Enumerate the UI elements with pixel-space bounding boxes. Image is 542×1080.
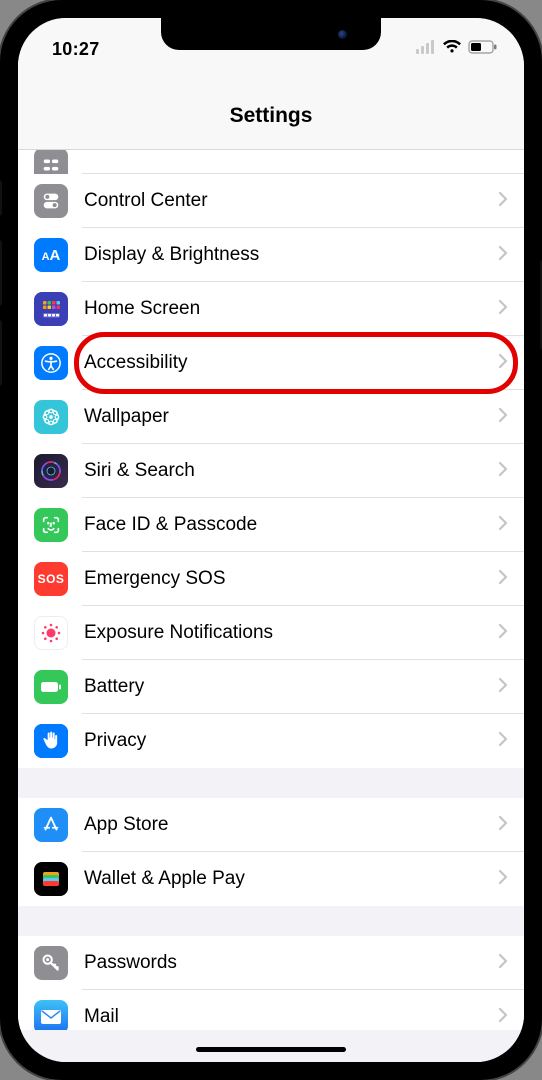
settings-row-wallpaper[interactable]: Wallpaper (18, 390, 524, 444)
row-label: Accessibility (84, 352, 498, 374)
settings-row-battery[interactable]: Battery (18, 660, 524, 714)
appstore-icon (34, 808, 68, 842)
chevron-right-icon (498, 191, 508, 212)
faceid-icon (34, 508, 68, 542)
settings-row-display[interactable]: AA Display & Brightness (18, 228, 524, 282)
row-label: Emergency SOS (84, 568, 498, 590)
settings-row-sos[interactable]: SOS Emergency SOS (18, 552, 524, 606)
cellular-icon (416, 40, 436, 59)
volume-down (0, 320, 2, 386)
row-label: Control Center (84, 190, 498, 212)
row-label: Face ID & Passcode (84, 514, 498, 536)
chevron-right-icon (498, 869, 508, 890)
exposure-icon (34, 616, 68, 650)
row-label: Home Screen (84, 298, 498, 320)
row-label: Privacy (84, 730, 498, 752)
row-label: Passwords (84, 952, 498, 974)
privacy-hand-icon (34, 724, 68, 758)
siri-icon (34, 454, 68, 488)
chevron-right-icon (498, 569, 508, 590)
chevron-right-icon (498, 461, 508, 482)
row-label: App Store (84, 814, 498, 836)
settings-row-privacy[interactable]: Privacy (18, 714, 524, 768)
row-label: Wallpaper (84, 406, 498, 428)
battery-icon (468, 40, 498, 59)
settings-row-general[interactable] (18, 150, 524, 174)
screen: 10:27 Settings (18, 18, 524, 1062)
home-screen-icon (34, 292, 68, 326)
row-label: Siri & Search (84, 460, 498, 482)
row-label: Battery (84, 676, 498, 698)
settings-row-wallet[interactable]: Wallet & Apple Pay (18, 852, 524, 906)
chevron-right-icon (498, 623, 508, 644)
row-label: Exposure Notifications (84, 622, 498, 644)
settings-list[interactable]: Control Center AA Display & Brightness (18, 150, 524, 1062)
sos-icon: SOS (34, 562, 68, 596)
settings-row-appstore[interactable]: App Store (18, 798, 524, 852)
control-center-icon (34, 184, 68, 218)
chevron-right-icon (498, 245, 508, 266)
settings-row-faceid[interactable]: Face ID & Passcode (18, 498, 524, 552)
wallpaper-icon (34, 400, 68, 434)
status-time: 10:27 (52, 39, 100, 60)
chevron-right-icon (498, 677, 508, 698)
wifi-icon (442, 40, 462, 59)
wallet-icon (34, 862, 68, 896)
accessibility-icon (34, 346, 68, 380)
settings-row-mail[interactable]: Mail (18, 990, 524, 1030)
settings-row-control-center[interactable]: Control Center (18, 174, 524, 228)
settings-row-siri[interactable]: Siri & Search (18, 444, 524, 498)
chevron-right-icon (498, 353, 508, 374)
mail-icon (34, 1000, 68, 1030)
display-icon: AA (34, 238, 68, 272)
volume-up (0, 240, 2, 306)
row-label: Wallet & Apple Pay (84, 868, 498, 890)
settings-group: App Store Wallet & Apple Pay (18, 798, 524, 906)
passwords-icon (34, 946, 68, 980)
page-title: Settings (230, 104, 313, 128)
chevron-right-icon (498, 407, 508, 428)
general-icon (34, 150, 68, 174)
home-indicator[interactable] (196, 1047, 346, 1052)
settings-row-home-screen[interactable]: Home Screen (18, 282, 524, 336)
notch (161, 18, 381, 50)
chevron-right-icon (498, 731, 508, 752)
row-label: Mail (84, 1006, 498, 1028)
mute-switch (0, 180, 2, 216)
settings-group: Control Center AA Display & Brightness (18, 150, 524, 768)
settings-group: Passwords Mail (18, 936, 524, 1030)
settings-row-accessibility[interactable]: Accessibility (18, 336, 524, 390)
phone-frame: 10:27 Settings (0, 0, 542, 1080)
battery-settings-icon (34, 670, 68, 704)
chevron-right-icon (498, 815, 508, 836)
chevron-right-icon (498, 515, 508, 536)
chevron-right-icon (498, 299, 508, 320)
chevron-right-icon (498, 1007, 508, 1028)
chevron-right-icon (498, 953, 508, 974)
settings-row-exposure[interactable]: Exposure Notifications (18, 606, 524, 660)
settings-row-passwords[interactable]: Passwords (18, 936, 524, 990)
row-label: Display & Brightness (84, 244, 498, 266)
